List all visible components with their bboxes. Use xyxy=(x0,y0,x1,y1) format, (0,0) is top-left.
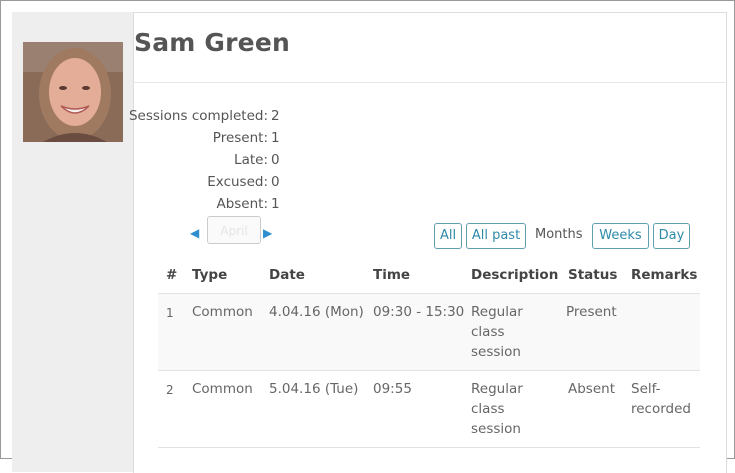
col-header-num: # xyxy=(166,267,178,283)
cell-status: Present xyxy=(566,304,617,320)
stat-label-present: Present: xyxy=(212,130,268,146)
cell-time: 09:55 xyxy=(373,381,412,397)
title-divider xyxy=(133,82,725,83)
stat-value-sessions: 2 xyxy=(271,108,280,124)
month-select-button[interactable]: April xyxy=(207,216,261,244)
cell-num: 1 xyxy=(166,306,174,320)
cell-description: Regular class session xyxy=(471,304,523,360)
view-all-past-button[interactable]: All past xyxy=(466,223,526,249)
stat-label-excused: Excused: xyxy=(207,174,268,190)
col-header-status: Status xyxy=(568,267,618,283)
next-month-icon[interactable]: ▶ xyxy=(263,226,272,240)
view-day-button[interactable]: Day xyxy=(653,223,690,249)
view-all-button[interactable]: All xyxy=(434,223,462,249)
stat-value-late: 0 xyxy=(271,152,280,168)
cell-time: 09:30 - 15:30 xyxy=(373,304,465,320)
page-title: Sam Green xyxy=(134,28,290,57)
stat-label-late: Late: xyxy=(234,152,268,168)
col-header-date: Date xyxy=(269,267,305,283)
cell-type: Common xyxy=(192,381,253,397)
col-header-type: Type xyxy=(192,267,228,283)
prev-month-icon[interactable]: ◀ xyxy=(190,226,199,240)
stat-label-absent: Absent: xyxy=(216,196,268,212)
view-weeks-button[interactable]: Weeks xyxy=(592,223,649,249)
row-divider xyxy=(158,370,700,371)
stat-label-sessions: Sessions completed: xyxy=(128,108,268,124)
stat-value-absent: 1 xyxy=(271,196,280,212)
col-header-remarks: Remarks xyxy=(631,267,698,283)
stat-value-present: 1 xyxy=(271,130,280,146)
cell-description: Regular class session xyxy=(471,381,523,437)
cell-remarks: Self-recorded xyxy=(631,381,691,417)
cell-date: 5.04.16 (Tue) xyxy=(269,381,359,397)
cell-num: 2 xyxy=(166,383,174,397)
view-months-current: Months xyxy=(535,227,583,242)
cell-date: 4.04.16 (Mon) xyxy=(269,304,364,320)
avatar xyxy=(23,42,123,142)
cell-type: Common xyxy=(192,304,253,320)
cell-status: Absent xyxy=(568,381,615,397)
col-header-description: Description xyxy=(471,267,559,283)
stat-value-excused: 0 xyxy=(271,174,280,190)
col-header-time: Time xyxy=(373,267,411,283)
row-divider xyxy=(158,447,700,448)
